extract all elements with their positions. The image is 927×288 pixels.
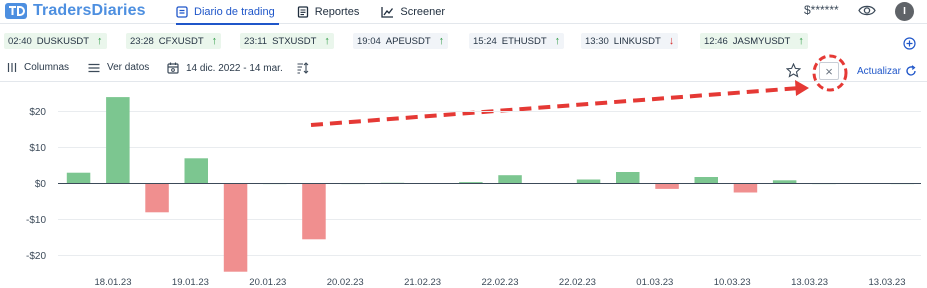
date-range-label: 14 dic. 2022 - 14 mar. [186, 62, 283, 74]
chart-bar[interactable] [498, 175, 522, 184]
ticker-chip[interactable]: 23:28 CFXUSDT ↑ [126, 33, 222, 49]
arrow-up-icon: ↑ [324, 35, 330, 47]
add-circle-icon[interactable] [903, 37, 916, 50]
nav-item-trading-journal[interactable]: Diario de trading [176, 0, 279, 25]
chart-bar[interactable] [184, 158, 209, 184]
report-icon [297, 6, 308, 18]
y-tick-label: -$10 [26, 215, 46, 226]
ticker-symbol: DUSKUSDT [36, 35, 90, 47]
ticker-chip[interactable]: 15:24 ETHUSDT ↑ [469, 33, 565, 49]
ticker-strip: 02:40 DUSKUSDT ↑ 23:28 CFXUSDT ↑ 23:11 S… [0, 33, 927, 50]
ticker-symbol: JASMYUSDT [732, 35, 791, 47]
y-tick-label: $20 [29, 107, 46, 118]
refresh-icon [906, 65, 916, 76]
nav-label: Reportes [314, 6, 360, 18]
columns-button[interactable]: Columnas [7, 62, 69, 73]
chart-icon [381, 7, 394, 18]
ticker-chip[interactable]: 12:46 JASMYUSDT ↑ [700, 33, 808, 49]
ticker-symbol: STXUSDT [272, 35, 317, 47]
ticker-time: 02:40 [8, 35, 32, 47]
y-tick-label: -$20 [26, 251, 46, 262]
chart-bar[interactable] [616, 172, 640, 184]
ticker-chip[interactable]: 19:04 APEUSDT ↑ [353, 33, 449, 49]
x-tick-label: 19.01.23 [172, 277, 209, 288]
nav-label: Diario de trading [194, 6, 275, 18]
ticker-symbol: ETHUSDT [501, 35, 547, 47]
view-data-label: Ver datos [107, 62, 150, 73]
x-tick-label: 20.01.23 [249, 277, 286, 288]
nav-item-screener[interactable]: Screener [381, 0, 445, 24]
y-tick-label: $0 [35, 179, 47, 190]
chart-bar[interactable] [145, 183, 169, 213]
x-tick-label: 21.02.23 [404, 277, 441, 288]
arrow-up-icon: ↑ [97, 35, 103, 47]
ticker-chip[interactable]: 23:11 STXUSDT ↑ [240, 33, 334, 49]
x-tick-label: 10.03.23 [714, 277, 751, 288]
journal-icon [176, 6, 188, 18]
x-tick-label: 22.02.23 [482, 277, 519, 288]
ticker-symbol: APEUSDT [385, 35, 431, 47]
clear-filter-button[interactable]: × [819, 62, 839, 80]
list-icon [88, 63, 100, 72]
nav-item-reports[interactable]: Reportes [297, 0, 360, 24]
star-icon[interactable] [786, 63, 801, 78]
chart-bar[interactable] [655, 183, 679, 189]
app-logo[interactable]: TradersDiaries [5, 1, 146, 21]
x-tick-label: 18.01.23 [95, 277, 132, 288]
chart-bar[interactable] [223, 183, 248, 272]
sort-icon [297, 62, 309, 74]
arrow-up-icon: ↑ [798, 35, 804, 47]
x-tick-label: 20.02.23 [327, 277, 364, 288]
ticker-chip[interactable]: 13:30 LINKUSDT ↓ [581, 33, 679, 49]
arrow-up-icon: ↑ [554, 35, 561, 47]
columns-label: Columnas [24, 62, 70, 73]
chart-bar[interactable] [694, 177, 719, 184]
x-tick-label: 01.03.23 [636, 277, 673, 288]
sort-button[interactable] [297, 62, 316, 74]
logo-icon [5, 3, 27, 19]
refresh-button[interactable]: Actualizar [857, 65, 917, 77]
ticker-symbol: LINKUSDT [613, 35, 661, 47]
top-header: TradersDiaries Diario de trading Reporte… [0, 0, 927, 25]
columns-icon [7, 63, 17, 72]
chart-bar[interactable] [576, 179, 601, 184]
refresh-label: Actualizar [857, 65, 901, 77]
view-data-button[interactable]: Ver datos [88, 62, 149, 73]
arrow-up-icon: ↑ [438, 35, 445, 47]
chart-bar[interactable] [733, 183, 758, 193]
chart-bar[interactable] [66, 172, 91, 184]
ticker-time: 12:46 [704, 35, 728, 47]
chart-bar[interactable] [106, 97, 130, 184]
ticker-time: 15:24 [473, 35, 497, 47]
chart-bar[interactable] [302, 183, 326, 240]
ticker-time: 13:30 [585, 35, 609, 47]
pnl-bar-chart: $20 $10 $0 -$10 -$20 18.01.23 19.01.23 20.01.23… [26, 97, 921, 288]
y-tick-label: $10 [29, 143, 46, 154]
x-tick-label: 13.03.23 [791, 277, 828, 288]
date-range-picker[interactable]: 14 dic. 2022 - 14 mar. [167, 62, 283, 74]
arrow-up-icon: ↑ [211, 35, 218, 47]
calendar-icon [167, 62, 179, 74]
ticker-time: 23:28 [130, 35, 154, 47]
balance-masked: $****** [804, 3, 839, 17]
ticker-chip[interactable]: 02:40 DUSKUSDT ↑ [4, 33, 107, 49]
eye-icon[interactable] [858, 4, 876, 17]
arrow-down-icon: ↓ [668, 35, 675, 47]
ticker-time: 23:11 [244, 35, 268, 47]
x-tick-label: 13.03.23 [869, 277, 906, 288]
ticker-time: 19:04 [357, 35, 381, 47]
app-name: TradersDiaries [33, 2, 146, 19]
x-tick-label: 22.02.23 [559, 277, 596, 288]
nav-label: Screener [400, 6, 445, 18]
close-icon: × [825, 63, 833, 79]
ticker-symbol: CFXUSDT [158, 35, 204, 47]
avatar[interactable]: I [895, 2, 914, 21]
main-nav: Diario de trading Reportes Screener [176, 0, 467, 25]
